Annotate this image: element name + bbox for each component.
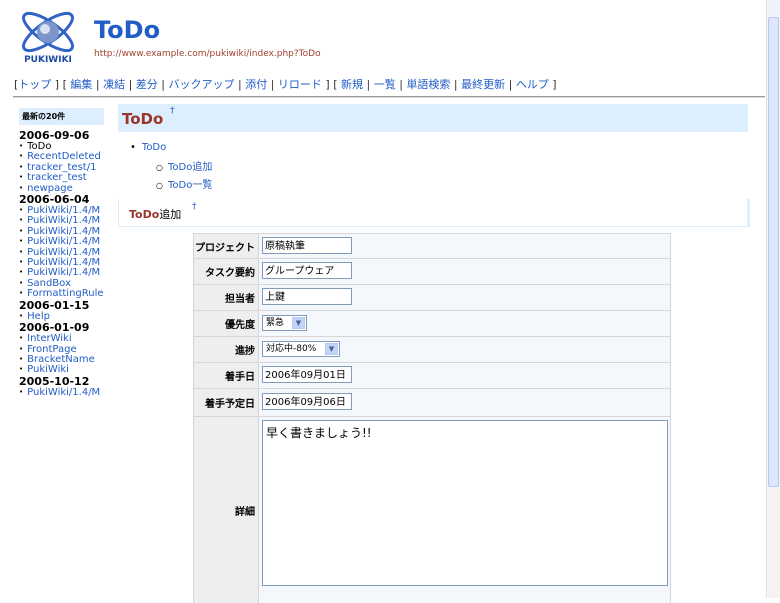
progress-select[interactable]: 対応中-80% ▼: [262, 341, 340, 357]
menu-bracket: ]: [321, 78, 330, 91]
menu-link[interactable]: トップ: [18, 78, 51, 91]
menu-link[interactable]: 最終更新: [461, 78, 505, 91]
chevron-down-icon: ▼: [292, 317, 305, 329]
menu-separator: |: [450, 78, 462, 91]
todo-form: プロジェクト 原稿執筆 タスク要約 グループウェア 担当者 上鍵 優先度 緊急 ▼…: [193, 233, 671, 603]
menu-separator: |: [157, 78, 169, 91]
page-url: http://www.example.com/pukiwiki/index.ph…: [94, 49, 321, 59]
menu-link[interactable]: バックアップ: [169, 78, 235, 91]
progress-label: 進捗: [194, 337, 258, 362]
vertical-scrollbar[interactable]: [766, 0, 780, 598]
menu-separator: |: [92, 78, 104, 91]
sidebar: 最新の20件 2006-09-06ToDoRecentDeletedtracke…: [19, 108, 104, 398]
task-input[interactable]: グループウェア: [262, 262, 352, 279]
recent-date: 2006-01-15: [19, 298, 90, 312]
scroll-up-button[interactable]: [767, 0, 780, 16]
page-title: ToDo: [94, 16, 161, 44]
menu-link[interactable]: 添付: [245, 78, 267, 91]
menu-link[interactable]: 単語検索: [406, 78, 450, 91]
menu-link[interactable]: リロード: [278, 78, 322, 91]
detail-label: 詳細: [194, 417, 258, 603]
menu-link[interactable]: ヘルプ: [516, 78, 549, 91]
priority-label: 優先度: [194, 311, 258, 336]
svg-text:PUKIWIKI: PUKIWIKI: [24, 55, 72, 64]
recent-page-link[interactable]: InterWiki: [19, 333, 104, 344]
menu-link[interactable]: 一覧: [374, 78, 396, 91]
divider: [13, 96, 765, 98]
owner-input[interactable]: 上鍵: [262, 288, 352, 305]
priority-select[interactable]: 緊急 ▼: [262, 315, 307, 331]
toc-link-todo-add[interactable]: ToDo追加: [168, 162, 212, 173]
table-of-contents: ToDo ToDo追加 ToDo一覧: [130, 142, 212, 191]
menu-bracket: ]: [548, 78, 557, 91]
menu-link[interactable]: 凍結: [103, 78, 125, 91]
detail-textarea[interactable]: 早く書きましょう!!: [262, 420, 668, 586]
owner-label: 担当者: [194, 285, 258, 310]
section-heading: ToDo追加 †: [118, 199, 750, 227]
planned-date-label: 着手予定日: [194, 389, 258, 416]
section-anchor-link[interactable]: †: [192, 202, 197, 212]
menu-link[interactable]: 新規: [341, 78, 363, 91]
recent-page-link[interactable]: PukiWiki/1.4/M: [19, 387, 104, 398]
menu-separator: |: [234, 78, 246, 91]
menu-separator: |: [125, 78, 136, 91]
chevron-down-icon: ▼: [325, 343, 338, 355]
task-label: タスク要約: [194, 259, 258, 284]
recent-date: 2005-10-12: [19, 374, 90, 388]
top-menu: [ トップ ] [ 編集 | 凍結 | 差分 | バックアップ | 添付 | リロ…: [14, 76, 557, 92]
menu-separator: |: [363, 78, 374, 91]
project-label: プロジェクト: [194, 234, 258, 258]
toc-link-todo[interactable]: ToDo: [142, 142, 166, 153]
menu-bracket: [: [59, 78, 71, 91]
pukiwiki-logo[interactable]: PUKIWIKI: [16, 6, 80, 64]
heading-anchor-link[interactable]: †: [170, 106, 175, 116]
menu-separator: |: [267, 78, 278, 91]
start-date-input[interactable]: 2006年09月01日: [262, 366, 352, 383]
menu-link[interactable]: 編集: [70, 78, 92, 91]
menu-link[interactable]: 差分: [136, 78, 158, 91]
project-input[interactable]: 原稿執筆: [262, 237, 352, 254]
planned-date-input[interactable]: 2006年09月06日: [262, 393, 352, 410]
start-date-label: 着手日: [194, 363, 258, 388]
menu-bracket: ]: [51, 78, 60, 91]
sidebar-heading: 最新の20件: [19, 108, 104, 125]
recent-list: 2006-09-06ToDoRecentDeletedtracker_test/…: [19, 130, 104, 398]
menu-separator: |: [505, 78, 516, 91]
page-heading: ToDo †: [118, 104, 748, 132]
scrollbar-thumb[interactable]: [768, 17, 779, 487]
heading-text: ToDo: [122, 110, 164, 128]
menu-separator: |: [395, 78, 407, 91]
toc-link-todo-list[interactable]: ToDo一覧: [168, 180, 212, 191]
section-heading-text: ToDo追加: [129, 208, 182, 221]
menu-bracket: [: [329, 78, 341, 91]
